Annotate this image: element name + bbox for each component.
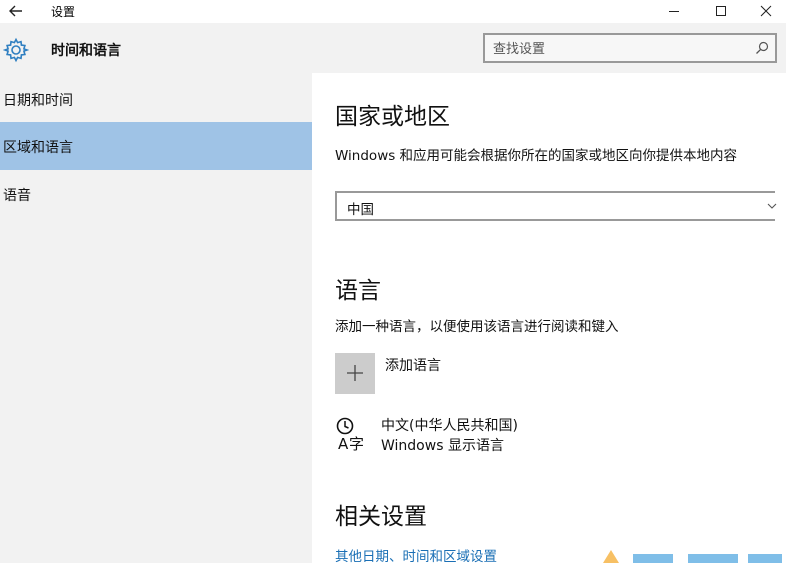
close-button[interactable] xyxy=(744,0,786,22)
sidebar-item-speech[interactable]: 语音 xyxy=(0,170,312,218)
related-settings-heading: 相关设置 xyxy=(335,504,427,530)
country-dropdown-value: 中国 xyxy=(347,202,374,218)
main-content: 国家或地区 Windows 和应用可能会根据你所在的国家或地区向你提供本地内容 … xyxy=(312,73,786,565)
sidebar-item-label: 日期和时间 xyxy=(3,93,73,109)
maximize-button[interactable] xyxy=(699,0,743,22)
chevron-down-icon xyxy=(767,203,777,209)
app-title: 设置 xyxy=(51,5,76,19)
country-dropdown[interactable]: 中国 xyxy=(335,191,777,221)
watermark-logo xyxy=(603,550,782,563)
sidebar: 日期和时间 区域和语言 语音 xyxy=(0,73,312,563)
add-language-button[interactable] xyxy=(335,353,375,394)
section-title: 时间和语言 xyxy=(51,43,121,59)
add-language-label[interactable]: 添加语言 xyxy=(385,355,441,375)
country-heading: 国家或地区 xyxy=(335,104,450,130)
language-description: 添加一种语言，以便使用该语言进行阅读和键入 xyxy=(335,319,619,335)
country-description: Windows 和应用可能会根据你所在的国家或地区向你提供本地内容 xyxy=(335,148,738,164)
title-bar: 设置 xyxy=(0,0,786,23)
back-arrow-icon xyxy=(9,5,22,17)
gear-icon xyxy=(3,37,29,63)
sidebar-item-date-time[interactable]: 日期和时间 xyxy=(0,75,312,123)
language-name[interactable]: 中文(中华人民共和国) xyxy=(381,415,518,435)
plus-icon xyxy=(347,365,363,381)
svg-text:字: 字 xyxy=(349,435,364,452)
settings-header: 时间和语言 xyxy=(0,23,786,73)
language-subtitle: Windows 显示语言 xyxy=(381,438,504,454)
svg-text:A: A xyxy=(338,435,349,452)
language-icon: A 字 xyxy=(336,417,364,452)
sidebar-item-region-language[interactable]: 区域和语言 xyxy=(0,122,312,170)
minimize-button[interactable] xyxy=(652,0,696,22)
close-icon xyxy=(760,5,772,17)
language-heading: 语言 xyxy=(335,278,381,304)
search-input[interactable] xyxy=(493,40,748,58)
related-settings-link[interactable]: 其他日期、时间和区域设置 xyxy=(335,545,497,565)
maximize-icon xyxy=(716,6,726,16)
sidebar-item-label: 区域和语言 xyxy=(3,140,73,156)
minimize-icon xyxy=(669,11,679,12)
sidebar-item-label: 语音 xyxy=(3,188,31,204)
search-icon[interactable] xyxy=(755,41,769,55)
search-box[interactable] xyxy=(483,33,777,63)
back-button[interactable] xyxy=(6,2,26,20)
